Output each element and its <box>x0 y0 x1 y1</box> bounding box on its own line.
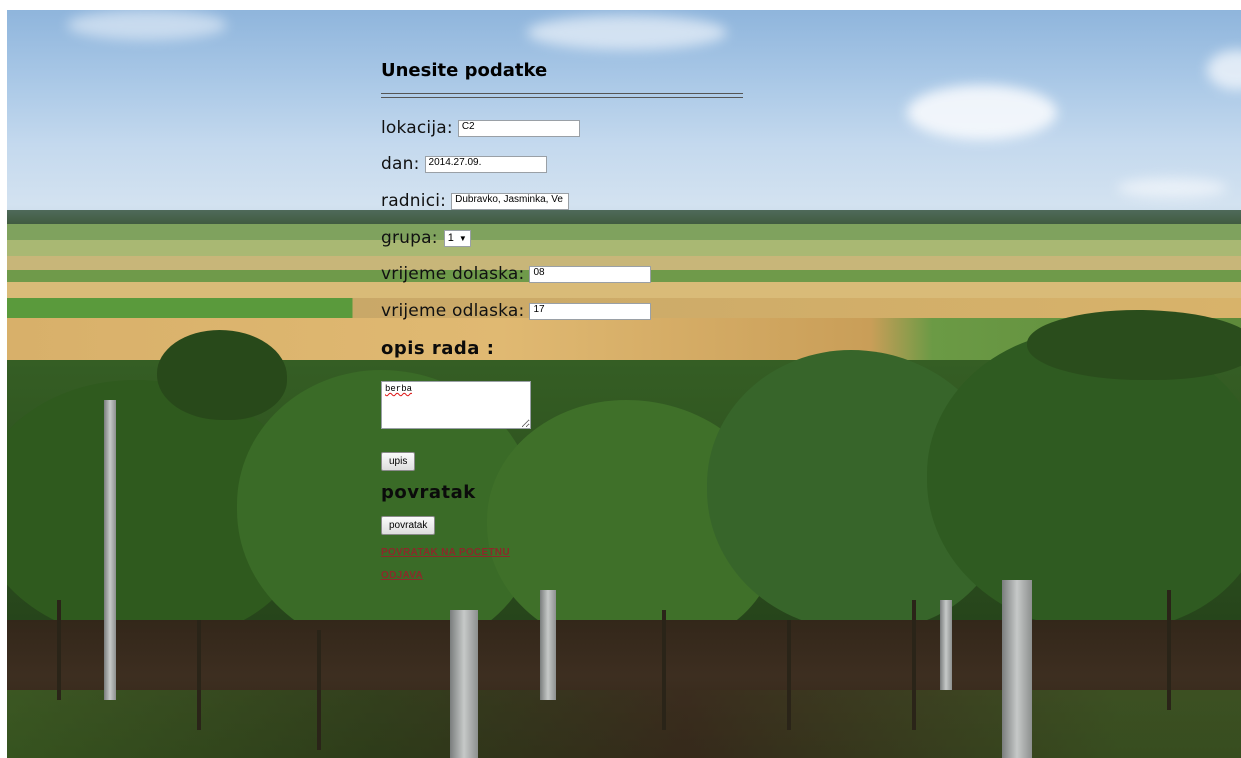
povratak-heading: povratak <box>381 482 476 503</box>
cloud <box>527 15 727 50</box>
vine-trunk <box>57 600 61 700</box>
opis-rada-textarea[interactable]: berba <box>381 381 531 429</box>
radnici-label: radnici: <box>381 191 447 211</box>
vineyard-post <box>1002 580 1032 758</box>
dolazak-row: vrijeme dolaska: 08 <box>381 263 652 285</box>
vine-trunk <box>662 610 666 730</box>
vine-trunk <box>1167 590 1171 710</box>
lokacija-input[interactable]: C2 <box>457 119 580 137</box>
cloud <box>67 10 227 40</box>
vine-foliage <box>1027 310 1241 380</box>
dan-row: dan: 2014.27.09. <box>381 153 547 175</box>
vineyard-post <box>104 400 116 700</box>
grass-strip <box>7 690 1241 758</box>
odjava-link[interactable]: ODJAVA <box>381 570 423 581</box>
dolazak-label: vrijeme dolaska: <box>381 264 525 284</box>
opis-rada-heading: opis rada : <box>381 338 495 359</box>
grupa-label: grupa: <box>381 228 438 248</box>
vineyard-background-image <box>7 10 1241 758</box>
chevron-down-icon: ▼ <box>458 233 467 243</box>
vineyard-post <box>940 600 952 690</box>
vine-trunk <box>317 630 321 750</box>
vine-foliage <box>157 330 287 420</box>
radnici-row: radnici: Dubravko, Jasminka, Ve <box>381 190 570 212</box>
vineyard-post <box>450 610 478 758</box>
povratak-na-pocetnu-link[interactable]: POVRATAK NA POCETNU <box>381 547 510 558</box>
grupa-selected-value: 1 <box>447 232 454 244</box>
odlazak-row: vrijeme odlaska: 17 <box>381 300 652 322</box>
cloud <box>907 85 1057 140</box>
dolazak-input[interactable]: 08 <box>529 265 652 283</box>
dan-input[interactable]: 2014.27.09. <box>424 155 547 173</box>
radnici-input[interactable]: Dubravko, Jasminka, Ve <box>451 192 570 210</box>
vine-trunk <box>912 600 916 730</box>
vine-trunk <box>787 620 791 730</box>
vine-trunk <box>197 620 201 730</box>
title-divider <box>381 93 743 98</box>
page-title: Unesite podatke <box>381 60 548 81</box>
dan-label: dan: <box>381 154 420 174</box>
lokacija-label: lokacija: <box>381 118 453 138</box>
vineyard-post <box>540 590 556 700</box>
upis-button[interactable]: upis <box>381 452 416 471</box>
grupa-row: grupa: 1 ▼ <box>381 227 471 249</box>
grupa-select[interactable]: 1 ▼ <box>443 229 471 247</box>
lokacija-row: lokacija: C2 <box>381 117 580 139</box>
povratak-button[interactable]: povratak <box>381 516 436 535</box>
cloud <box>1117 178 1227 198</box>
odlazak-input[interactable]: 17 <box>529 302 652 320</box>
cloud <box>1207 50 1241 90</box>
odlazak-label: vrijeme odlaska: <box>381 301 525 321</box>
